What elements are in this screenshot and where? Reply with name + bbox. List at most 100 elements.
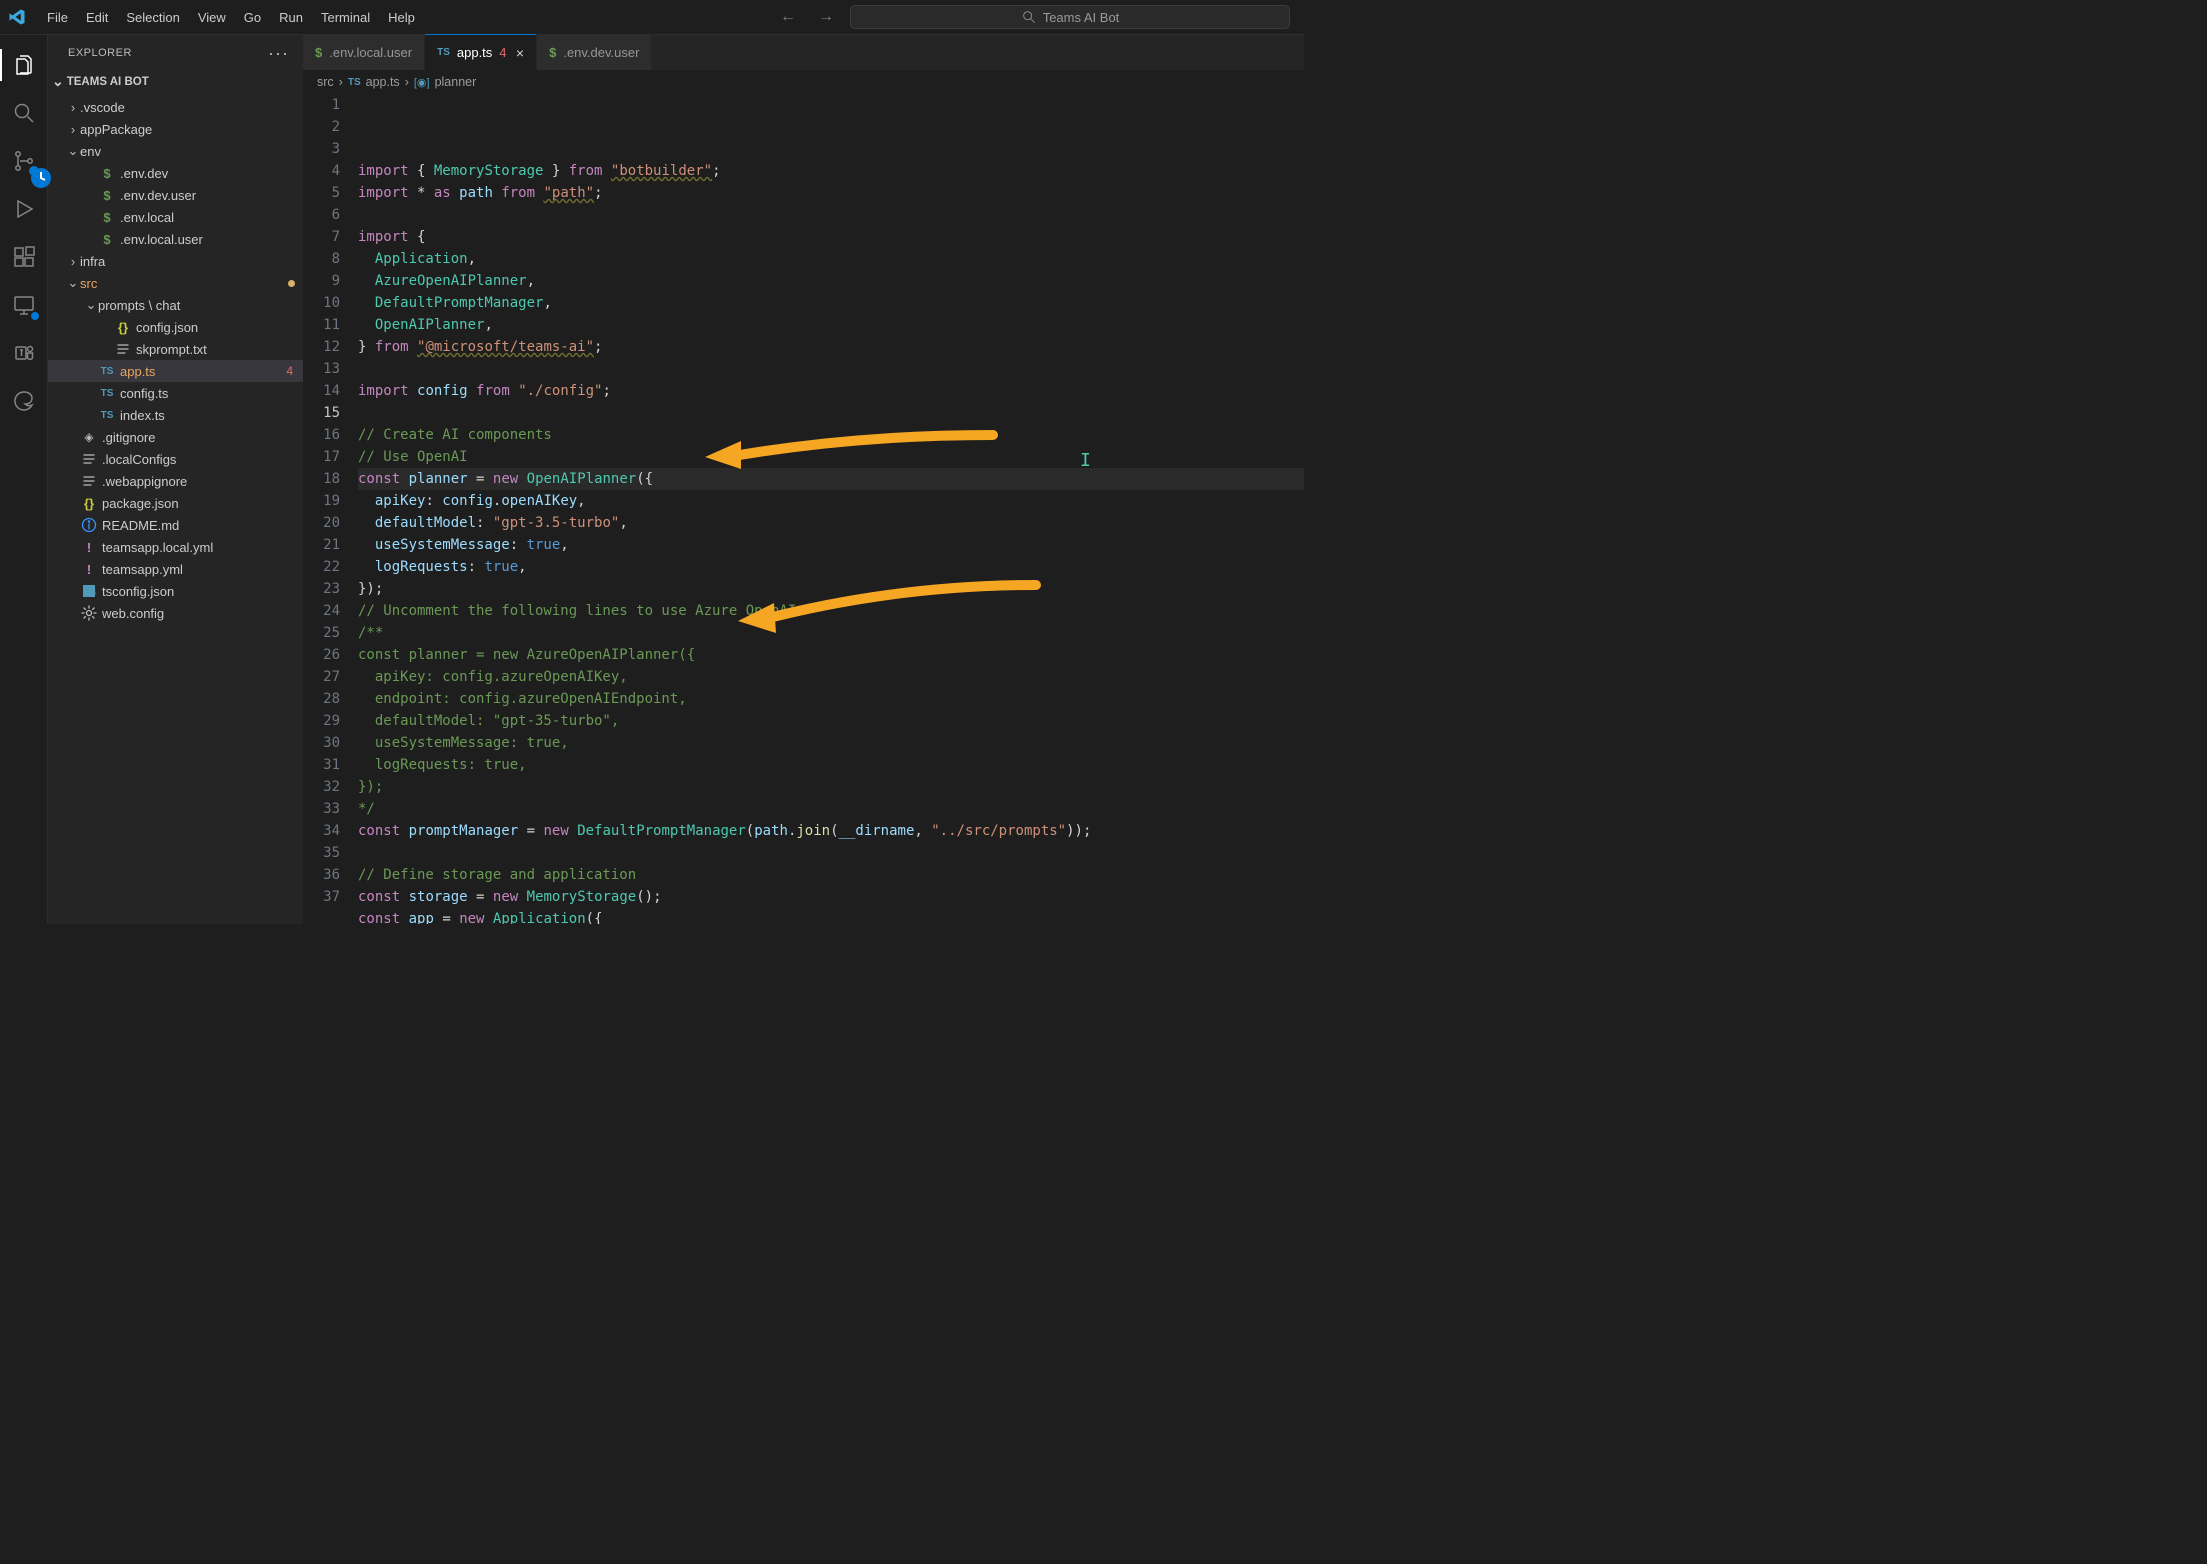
code-line[interactable]: }); — [358, 578, 1304, 600]
activity-run-debug-icon[interactable] — [0, 185, 48, 233]
code-line[interactable]: const planner = new AzureOpenAIPlanner({ — [358, 644, 1304, 666]
code-line[interactable] — [358, 402, 1304, 424]
activity-edge-icon[interactable] — [0, 377, 48, 425]
tree-item-label: index.ts — [120, 408, 303, 423]
nav-back-icon[interactable]: ← — [774, 6, 802, 28]
tree-item[interactable]: ›appPackage — [48, 118, 303, 140]
code-line[interactable]: // Create AI components — [358, 424, 1304, 446]
project-header[interactable]: ⌄ TEAMS AI BOT — [48, 70, 303, 93]
tree-item[interactable]: TSconfig.ts — [48, 382, 303, 404]
activity-extensions-icon[interactable] — [0, 233, 48, 281]
tree-item[interactable]: $.env.local.user — [48, 228, 303, 250]
tree-item[interactable]: {}config.json — [48, 316, 303, 338]
tree-item[interactable]: ⌄prompts \ chat — [48, 294, 303, 316]
activity-source-control-icon[interactable] — [0, 137, 48, 185]
activity-teams-icon[interactable] — [0, 329, 48, 377]
activity-search-icon[interactable] — [0, 89, 48, 137]
tree-item[interactable]: $.env.dev — [48, 162, 303, 184]
tree-item[interactable]: $.env.local — [48, 206, 303, 228]
code-line[interactable] — [358, 842, 1304, 864]
code-line[interactable]: useSystemMessage: true, — [358, 534, 1304, 556]
chevron-right-icon: › — [405, 75, 409, 89]
code-editor[interactable]: 1234567891011121314151617181920212223242… — [303, 94, 1304, 924]
code-line[interactable]: const storage = new MemoryStorage(); — [358, 886, 1304, 908]
code-line[interactable] — [358, 204, 1304, 226]
code-line[interactable]: logRequests: true, — [358, 556, 1304, 578]
explorer-title: EXPLORER — [68, 47, 132, 59]
tree-item[interactable]: !teamsapp.yml — [48, 558, 303, 580]
menu-item-help[interactable]: Help — [379, 6, 424, 29]
code-line[interactable]: Application, — [358, 248, 1304, 270]
editor-tab[interactable]: $.env.dev.user — [537, 35, 652, 70]
code-line[interactable]: import config from "./config"; — [358, 380, 1304, 402]
code-line[interactable]: apiKey: config.openAIKey, — [358, 490, 1304, 512]
braces-icon: {} — [80, 496, 98, 511]
code-line[interactable]: AzureOpenAIPlanner, — [358, 270, 1304, 292]
nav-forward-icon[interactable]: → — [812, 6, 840, 28]
code-line[interactable]: useSystemMessage: true, — [358, 732, 1304, 754]
tree-item[interactable]: ›.vscode — [48, 96, 303, 118]
activity-explorer-icon[interactable] — [0, 41, 48, 89]
code-line[interactable]: const promptManager = new DefaultPromptM… — [358, 820, 1304, 842]
code-line[interactable]: defaultModel: "gpt-3.5-turbo", — [358, 512, 1304, 534]
error-count: 4 — [286, 364, 293, 378]
menu-item-terminal[interactable]: Terminal — [312, 6, 379, 29]
code-line[interactable]: import * as path from "path"; — [358, 182, 1304, 204]
lines-icon — [80, 451, 98, 467]
close-icon[interactable]: × — [516, 45, 524, 61]
tree-item[interactable]: skprompt.txt — [48, 338, 303, 360]
tree-item[interactable]: !teamsapp.local.yml — [48, 536, 303, 558]
tree-item-label: src — [80, 276, 288, 291]
tree-item[interactable]: ⌄src — [48, 272, 303, 294]
dollar-icon: $ — [98, 188, 116, 203]
code-line[interactable]: // Define storage and application — [358, 864, 1304, 886]
tree-item[interactable]: ⌄env — [48, 140, 303, 162]
code-line[interactable] — [358, 358, 1304, 380]
tree-item-label: teamsapp.local.yml — [102, 540, 303, 555]
menu-item-go[interactable]: Go — [235, 6, 270, 29]
code-line[interactable]: // Uncomment the following lines to use … — [358, 600, 1304, 622]
tree-item-label: .env.dev.user — [120, 188, 303, 203]
info-icon — [80, 517, 98, 533]
code-line[interactable]: }); — [358, 776, 1304, 798]
code-line[interactable]: /** — [358, 622, 1304, 644]
code-line[interactable]: import { MemoryStorage } from "botbuilde… — [358, 160, 1304, 182]
code-line[interactable]: defaultModel: "gpt-35-turbo", — [358, 710, 1304, 732]
tree-item[interactable]: README.md — [48, 514, 303, 536]
code-line[interactable]: apiKey: config.azureOpenAIKey, — [358, 666, 1304, 688]
code-line[interactable]: const planner = new OpenAIPlanner({ — [358, 468, 1304, 490]
tree-item[interactable]: .webappignore — [48, 470, 303, 492]
editor-tab[interactable]: TSapp.ts4× — [425, 35, 537, 70]
code-line[interactable]: import { — [358, 226, 1304, 248]
code-line[interactable]: const app = new Application({ — [358, 908, 1304, 924]
code-line[interactable]: DefaultPromptManager, — [358, 292, 1304, 314]
code-line[interactable]: */ — [358, 798, 1304, 820]
tree-item[interactable]: TStsconfig.json — [48, 580, 303, 602]
tree-item[interactable]: ›infra — [48, 250, 303, 272]
menu-item-run[interactable]: Run — [270, 6, 312, 29]
code-line[interactable]: endpoint: config.azureOpenAIEndpoint, — [358, 688, 1304, 710]
code-line[interactable]: OpenAIPlanner, — [358, 314, 1304, 336]
tree-item[interactable]: ◈.gitignore — [48, 426, 303, 448]
tree-item[interactable]: $ .env.dev.user — [48, 184, 303, 206]
svg-text:TS: TS — [85, 588, 95, 597]
tree-item[interactable]: .localConfigs — [48, 448, 303, 470]
menu-item-selection[interactable]: Selection — [117, 6, 188, 29]
editor-tab[interactable]: $.env.local.user — [303, 35, 425, 70]
menu-item-view[interactable]: View — [189, 6, 235, 29]
command-center[interactable]: Teams AI Bot — [850, 5, 1290, 29]
menu-item-edit[interactable]: Edit — [77, 6, 117, 29]
code-line[interactable]: logRequests: true, — [358, 754, 1304, 776]
code-content[interactable]: import { MemoryStorage } from "botbuilde… — [358, 94, 1304, 924]
menu-item-file[interactable]: File — [38, 6, 77, 29]
tree-item-label: .webappignore — [102, 474, 303, 489]
tree-item[interactable]: web.config — [48, 602, 303, 624]
tree-item[interactable]: TSapp.ts4 — [48, 360, 303, 382]
tree-item[interactable]: TSindex.ts — [48, 404, 303, 426]
code-line[interactable]: // Use OpenAI — [358, 446, 1304, 468]
tree-item[interactable]: {}package.json — [48, 492, 303, 514]
code-line[interactable]: } from "@microsoft/teams-ai"; — [358, 336, 1304, 358]
tree-item-label: app.ts — [120, 364, 286, 379]
activity-remote-icon[interactable] — [0, 281, 48, 329]
breadcrumb[interactable]: src › TS app.ts › [◉] planner — [303, 70, 1304, 94]
